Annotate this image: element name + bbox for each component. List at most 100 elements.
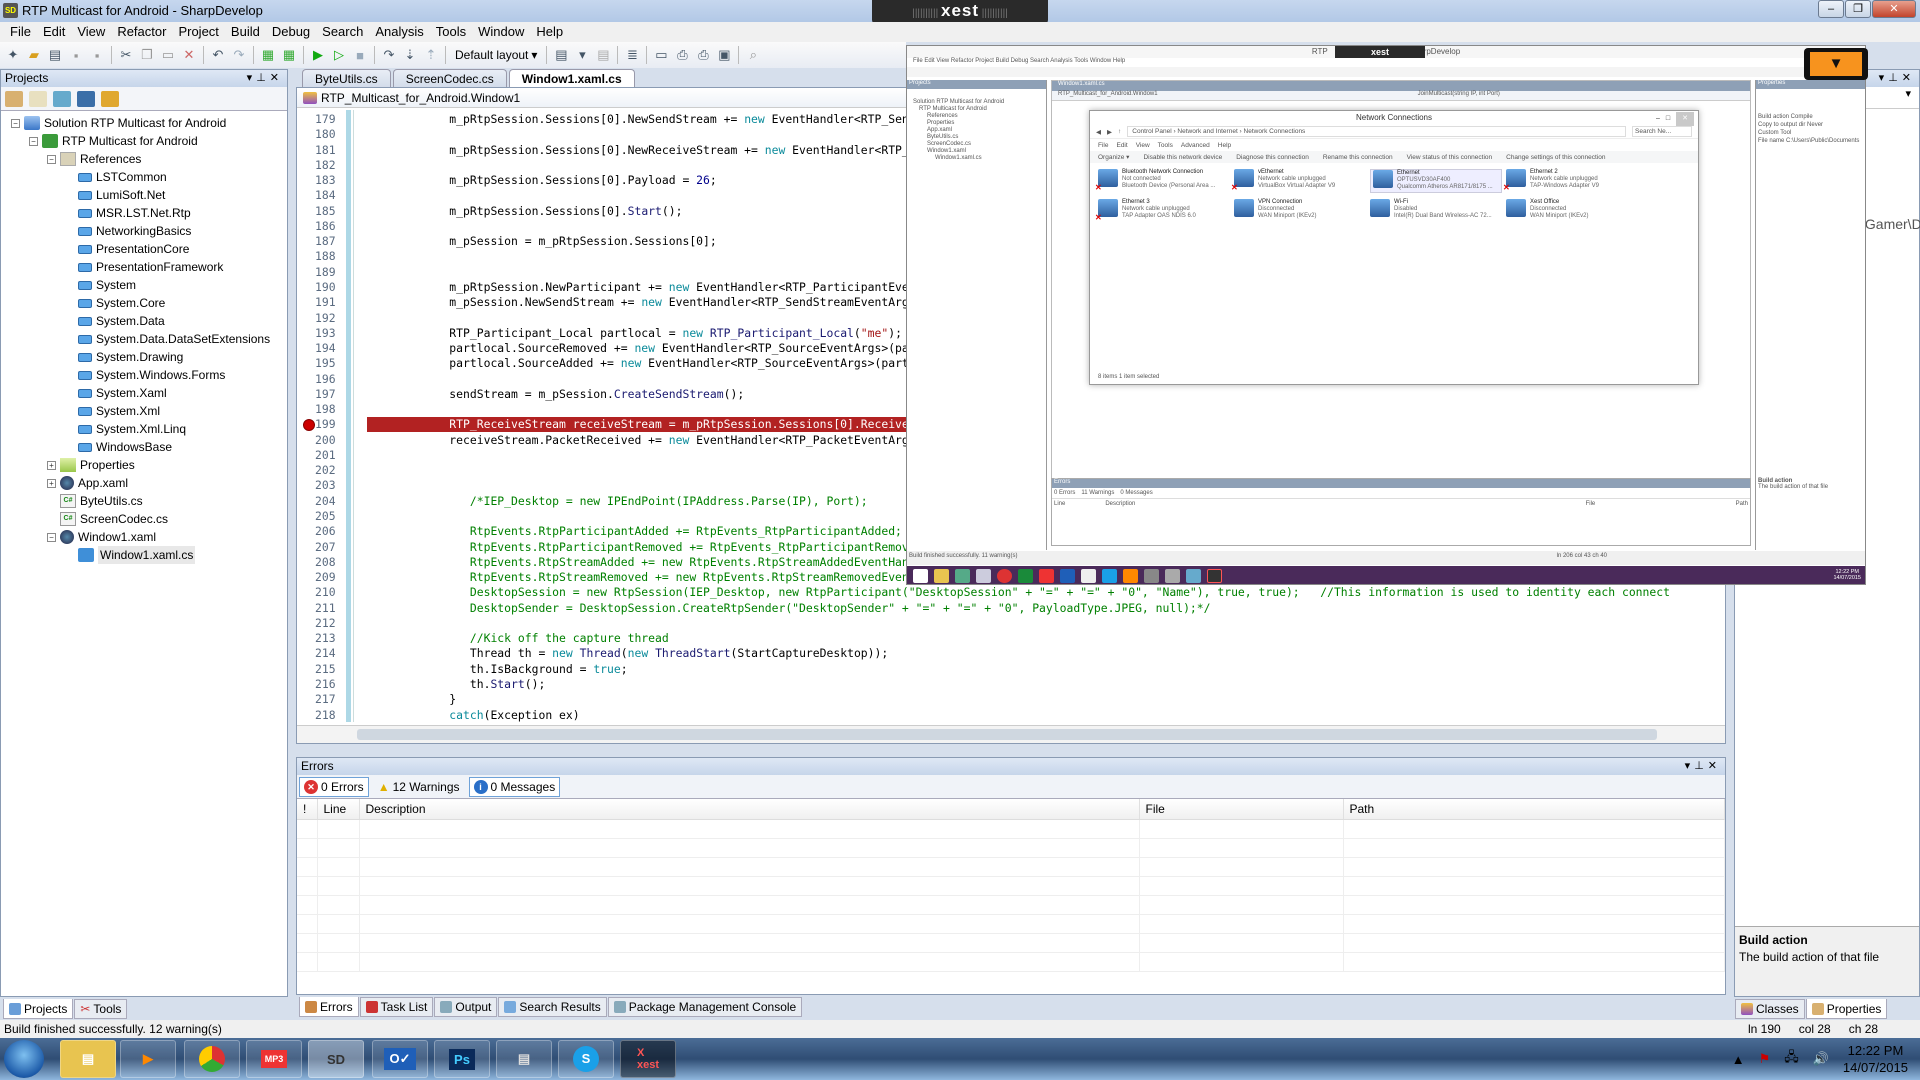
tab-projects[interactable]: Projects bbox=[3, 999, 74, 1019]
panel-close-icon[interactable]: ✕ bbox=[1708, 760, 1721, 772]
step-into-icon[interactable]: ⇣ bbox=[401, 46, 419, 64]
comment-icon[interactable]: ▤ bbox=[594, 46, 612, 64]
taskbar-notepad[interactable]: ▤ bbox=[496, 1040, 552, 1078]
run-without-debug-icon[interactable]: ▷ bbox=[330, 46, 348, 64]
nc-close-button[interactable]: ✕ bbox=[1676, 112, 1694, 126]
pin-icon[interactable]: ⊥ bbox=[256, 72, 270, 84]
nc-command[interactable]: View status of this connection bbox=[1407, 154, 1493, 161]
forward-icon[interactable]: ▶ bbox=[1107, 128, 1112, 136]
tree-node[interactable]: NetworkingBasics bbox=[1, 222, 287, 240]
scrollbar-thumb[interactable] bbox=[357, 729, 1657, 740]
nc-menu-item[interactable]: File bbox=[1098, 142, 1108, 149]
console-icon[interactable]: ▣ bbox=[715, 46, 733, 64]
nc-menu-item[interactable]: Edit bbox=[1116, 142, 1127, 149]
undo-icon[interactable]: ↶ bbox=[209, 46, 227, 64]
minimize-button[interactable]: – bbox=[1818, 0, 1844, 18]
tab-search-results[interactable]: Search Results bbox=[498, 997, 607, 1017]
paste-icon[interactable]: ▭ bbox=[159, 46, 177, 64]
open-folder-icon[interactable] bbox=[101, 90, 119, 107]
network-connection-item[interactable]: Ethernet 2Network cable unpluggedTAP-Win… bbox=[1503, 169, 1638, 193]
network-connection-item[interactable]: vEthernetNetwork cable unpluggedVirtualB… bbox=[1231, 169, 1366, 193]
taskbar-chrome[interactable] bbox=[184, 1040, 240, 1078]
nc-menu-item[interactable]: Tools bbox=[1158, 142, 1173, 149]
run-icon[interactable]: ▶ bbox=[309, 46, 327, 64]
network-connection-item[interactable]: VPN Connection Disconnected WAN Miniport (… bbox=[1234, 199, 1366, 223]
menu-search[interactable]: Search bbox=[316, 22, 369, 42]
collapse-icon[interactable]: − bbox=[47, 532, 56, 542]
tree-node[interactable]: + App.xaml bbox=[1, 474, 287, 492]
menu-file[interactable]: File bbox=[4, 22, 37, 42]
menu-build[interactable]: Build bbox=[225, 22, 266, 42]
tab-task-list[interactable]: Task List bbox=[359, 997, 434, 1017]
save-icon[interactable]: ▪ bbox=[67, 46, 85, 64]
address-bar[interactable]: Control Panel › Network and Internet › N… bbox=[1127, 126, 1626, 137]
tab-output[interactable]: Output bbox=[434, 997, 498, 1017]
panel-menu-icon[interactable]: ▾ bbox=[1685, 760, 1695, 772]
menu-refactor[interactable]: Refactor bbox=[111, 22, 172, 42]
tree-node[interactable]: PresentationFramework bbox=[1, 258, 287, 276]
window-icon[interactable]: ▭ bbox=[652, 46, 670, 64]
find-icon[interactable]: ⌕ bbox=[744, 46, 762, 64]
menu-window[interactable]: Window bbox=[472, 22, 530, 42]
stop-icon[interactable]: ■ bbox=[351, 46, 369, 64]
tree-node[interactable]: PresentationCore bbox=[1, 240, 287, 258]
menu-debug[interactable]: Debug bbox=[266, 22, 316, 42]
tree-node[interactable]: − Window1.xaml bbox=[1, 528, 287, 546]
panel-close-icon[interactable]: ✕ bbox=[1902, 72, 1915, 84]
network-connection-item[interactable]: Wi-Fi Disabled Intel(R) Dual Band Wireless… bbox=[1370, 199, 1502, 223]
redo-icon[interactable]: ↷ bbox=[230, 46, 248, 64]
code-line[interactable]: 213 //Kick off the capture thread bbox=[297, 631, 1725, 646]
maximize-button[interactable]: ❐ bbox=[1845, 0, 1871, 18]
copy-icon[interactable]: ❐ bbox=[138, 46, 156, 64]
warnings-filter-button[interactable]: ▲ 12 Warnings bbox=[373, 777, 465, 797]
tree-node[interactable]: System.Core bbox=[1, 294, 287, 312]
print-icon[interactable]: ⎙ bbox=[673, 46, 691, 64]
collapse-all-icon[interactable] bbox=[77, 90, 95, 107]
code-line[interactable]: 217 } bbox=[297, 692, 1725, 707]
tab-window1-xaml-cs[interactable]: Window1.xaml.cs bbox=[508, 69, 635, 87]
tree-node[interactable]: System.Xml.Linq bbox=[1, 420, 287, 438]
tree-node[interactable]: MSR.LST.Net.Rtp bbox=[1, 204, 287, 222]
step-over-icon[interactable]: ↷ bbox=[380, 46, 398, 64]
print-preview-icon[interactable]: ⎙ bbox=[694, 46, 712, 64]
tree-node[interactable]: WindowsBase bbox=[1, 438, 287, 456]
collapse-icon[interactable]: − bbox=[47, 154, 56, 164]
xest-dropdown-button[interactable]: ▼ bbox=[1804, 48, 1868, 80]
nc-menu-item[interactable]: Help bbox=[1218, 142, 1231, 149]
taskbar-explorer[interactable]: ▤ bbox=[60, 1040, 116, 1078]
start-button[interactable] bbox=[4, 1040, 44, 1078]
action-center-flag-icon[interactable]: ⚑ bbox=[1759, 1051, 1771, 1067]
errors-filter-button[interactable]: ✕ 0 Errors bbox=[299, 776, 369, 797]
taskbar-outlook[interactable]: O✓ bbox=[372, 1040, 428, 1078]
nc-command[interactable]: Organize ▾ bbox=[1098, 153, 1129, 161]
code-line[interactable]: 216 th.Start(); bbox=[297, 677, 1725, 692]
bookmark-dropdown-icon[interactable]: ▾ bbox=[573, 46, 591, 64]
tab-package-console[interactable]: Package Management Console bbox=[607, 997, 803, 1017]
tab-classes[interactable]: Classes bbox=[1735, 999, 1805, 1019]
properties-icon[interactable] bbox=[5, 90, 23, 107]
rebuild-icon[interactable]: ▦ bbox=[280, 46, 298, 64]
nc-menu-item[interactable]: View bbox=[1136, 142, 1150, 149]
collapse-icon[interactable]: − bbox=[29, 136, 38, 146]
tab-properties[interactable]: Properties bbox=[1805, 999, 1888, 1019]
save-all-icon[interactable]: ▪ bbox=[88, 46, 106, 64]
volume-icon[interactable]: 🔊 bbox=[1813, 1051, 1829, 1067]
taskbar-sharpdevelop[interactable]: SD bbox=[308, 1040, 364, 1078]
tree-node[interactable]: + Properties bbox=[1, 456, 287, 474]
pin-icon[interactable]: ⊥ bbox=[1888, 72, 1902, 84]
delete-icon[interactable]: ✕ bbox=[180, 46, 198, 64]
xest-remote-bar[interactable]: |||||||||| xest |||||||||| bbox=[872, 0, 1048, 24]
close-button[interactable]: ✕ bbox=[1872, 0, 1916, 18]
refresh-icon[interactable] bbox=[53, 90, 71, 107]
open-solution-icon[interactable]: ▰ bbox=[25, 46, 43, 64]
nc-command[interactable]: Rename this connection bbox=[1323, 154, 1393, 161]
up-icon[interactable]: ↑ bbox=[1118, 128, 1121, 135]
taskbar-photoshop[interactable]: Ps bbox=[434, 1040, 490, 1078]
col-severity[interactable]: ! bbox=[297, 799, 318, 820]
network-connection-item[interactable]: Bluetooth Network ConnectionNot connecte… bbox=[1095, 169, 1230, 193]
panel-menu-icon[interactable]: ▾ bbox=[247, 72, 257, 84]
network-icon[interactable]: 🖧 bbox=[1784, 1048, 1799, 1070]
build-icon[interactable]: ▦ bbox=[259, 46, 277, 64]
tree-node[interactable]: Window1.xaml.cs bbox=[1, 546, 287, 564]
menu-project[interactable]: Project bbox=[172, 22, 224, 42]
